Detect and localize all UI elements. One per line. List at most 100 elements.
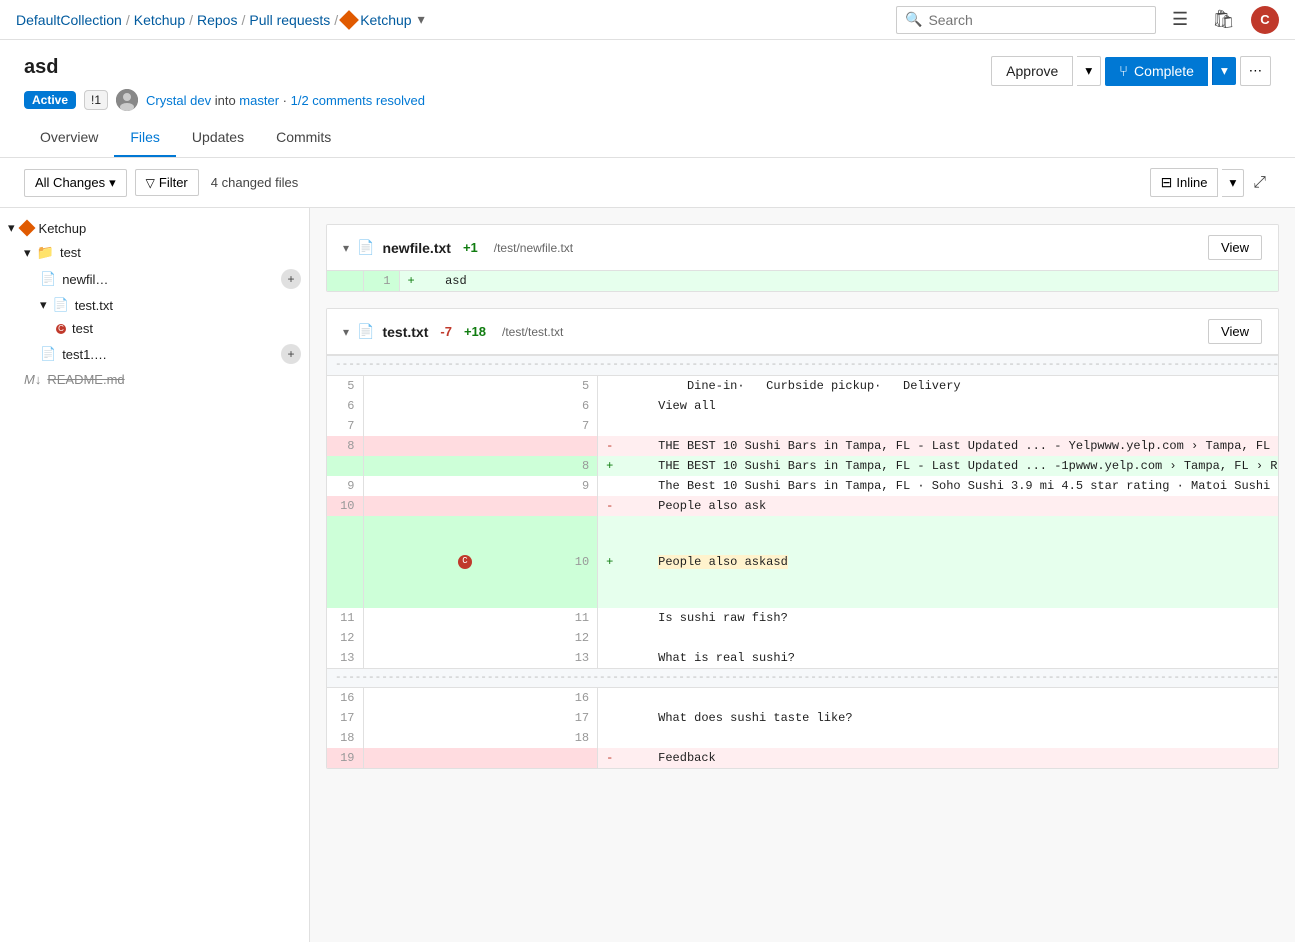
testtxt-name: test.txt [382,324,428,340]
line-num-left: 12 [327,628,363,648]
breadcrumb-ketchup-org[interactable]: Ketchup [134,12,185,28]
approve-dropdown-button[interactable]: ▾ [1077,56,1101,86]
tab-overview[interactable]: Overview [24,119,114,157]
main-layout: ▾ Ketchup ▾ 📁 test 📄 newfil… + ▾ 📄 test.… [0,208,1295,942]
breadcrumb-current-repo[interactable]: Ketchup ▾ [342,11,424,28]
diff-line-removed: 10 - People also ask [327,496,1279,516]
diff-separator: ----------------------------------------… [327,356,1279,376]
shopping-bag-icon[interactable]: 🛍 [1204,5,1243,34]
line-num-left: 11 [327,608,363,628]
file-tree: ▾ Ketchup ▾ 📁 test 📄 newfil… + ▾ 📄 test.… [0,208,310,942]
breadcrumb-repos[interactable]: Repos [197,12,237,28]
tree-item-ketchup[interactable]: ▾ Ketchup [0,216,309,240]
tree-item-test-folder[interactable]: ▾ 📁 test [0,240,309,265]
line-num-right [363,436,598,456]
diff-line: 17 17 What does sushi taste like? [327,708,1279,728]
more-actions-button[interactable]: ⋯ [1240,56,1271,86]
line-num-right: 16 [363,688,598,709]
diff-line-added: 1 + asd [327,271,1278,291]
diff-line: 6 6 View all [327,396,1279,416]
newfile-header-icon: 📄 [357,239,374,256]
tree-item-readme[interactable]: M↓ README.md [0,368,309,391]
tree-item-test1[interactable]: 📄 test1.… + [0,340,309,368]
test1-add-button[interactable]: + [281,344,301,364]
testtxt-diff-table: ----------------------------------------… [327,355,1279,768]
topnav-right-actions: 🔍 ☰ 🛍 C [896,5,1279,34]
line-num-right: 12 [363,628,598,648]
test-comment-label: test [72,321,301,336]
testtxt-view-button[interactable]: View [1208,319,1262,344]
expand-view-button[interactable]: ⤢ [1248,169,1271,197]
more-icon: ⋯ [1249,63,1262,78]
line-num-left: 5 [327,375,363,396]
diff-separator-2: ----------------------------------------… [327,668,1279,688]
line-num-right: 17 [363,708,598,728]
line-num-left: 16 [327,688,363,709]
line-op: + [598,516,622,608]
breadcrumb-default-collection[interactable]: DefaultCollection [16,12,122,28]
top-navigation: DefaultCollection / Ketchup / Repos / Pu… [0,0,1295,40]
breadcrumb: DefaultCollection / Ketchup / Repos / Pu… [16,11,425,28]
tree-item-test-comment[interactable]: C test [0,317,309,340]
merge-icon: ⑂ [1119,63,1128,80]
avatar[interactable]: C [1251,6,1279,34]
newfile-view-button[interactable]: View [1208,235,1262,260]
line-content: What is real sushi? [621,648,1279,669]
pr-header: asd Active !1 Crystal dev into master · … [0,40,1295,111]
pr-author-link[interactable]: Crystal [146,93,186,108]
inline-view-button[interactable]: ⊟ Inline [1150,168,1219,197]
breadcrumb-current-label: Ketchup [360,12,411,28]
testtxt-additions: +18 [464,324,486,339]
pr-comments-link[interactable]: 1/2 comments resolved [291,93,425,108]
search-input[interactable] [928,12,1147,28]
all-changes-button[interactable]: All Changes ▾ [24,169,127,197]
pr-meta: Active !1 Crystal dev into master · 1/2 … [24,89,425,111]
search-box[interactable]: 🔍 [896,6,1156,34]
pr-active-badge: Active [24,91,76,109]
pr-target-branch[interactable]: master [239,93,279,108]
folder-icon: 📁 [37,244,54,261]
line-content: Dine-in· Curbside pickup· Delivery [621,375,1279,396]
tab-files[interactable]: Files [114,119,176,157]
complete-dropdown-button[interactable]: ▾ [1212,57,1236,85]
approve-button[interactable]: Approve [991,56,1073,86]
ketchup-collapse-icon: ▾ [8,220,15,236]
diff-line-added: 8 + THE BEST 10 Sushi Bars in Tampa, FL … [327,456,1279,476]
line-op [598,396,622,416]
notifications-icon[interactable]: ☰ [1164,5,1196,34]
all-changes-label: All Changes [35,175,105,190]
filter-button[interactable]: ▽ Filter [135,169,199,196]
line-op [598,688,622,709]
newfile-collapse-button[interactable]: ▾ [343,241,349,255]
ketchup-tree-icon [18,220,35,237]
pr-title-section: asd Active !1 Crystal dev into master · … [24,56,425,111]
diff-line: 7 7 [327,416,1279,436]
line-op [598,375,622,396]
breadcrumb-pull-requests[interactable]: Pull requests [249,12,330,28]
line-op [598,628,622,648]
line-num-left: 18 [327,728,363,748]
newfile-add-button[interactable]: + [281,269,301,289]
tree-item-testtxt[interactable]: ▾ 📄 test.txt [0,293,309,317]
testtxt-label: test.txt [75,298,301,313]
line-content [621,416,1279,436]
diff-line: 16 16 [327,688,1279,709]
tree-item-newfile[interactable]: 📄 newfil… + [0,265,309,293]
inline-view-dropdown[interactable]: ▾ [1222,169,1244,197]
line-num-right: 8 [363,456,598,476]
newfile-label: newfil… [62,272,275,287]
pr-actions: Approve ▾ ⑂ Complete ▾ ⋯ [991,56,1271,86]
pr-author-avatar [116,89,138,111]
complete-button[interactable]: ⑂ Complete [1105,57,1208,86]
line-op [598,476,622,496]
line-num-left: 9 [327,476,363,496]
tab-commits[interactable]: Commits [260,119,347,157]
newfile-diff-table: 1 + asd [327,271,1278,291]
all-changes-chevron-icon: ▾ [109,175,116,191]
diff-line: 5 5 Dine-in· Curbside pickup· Delivery [327,375,1279,396]
newfile-path: /test/newfile.txt [494,241,573,255]
tabs-bar: Overview Files Updates Commits [0,119,1295,158]
tab-updates[interactable]: Updates [176,119,260,157]
pr-source-branch[interactable]: dev [190,93,211,108]
testtxt-collapse-button[interactable]: ▾ [343,325,349,339]
